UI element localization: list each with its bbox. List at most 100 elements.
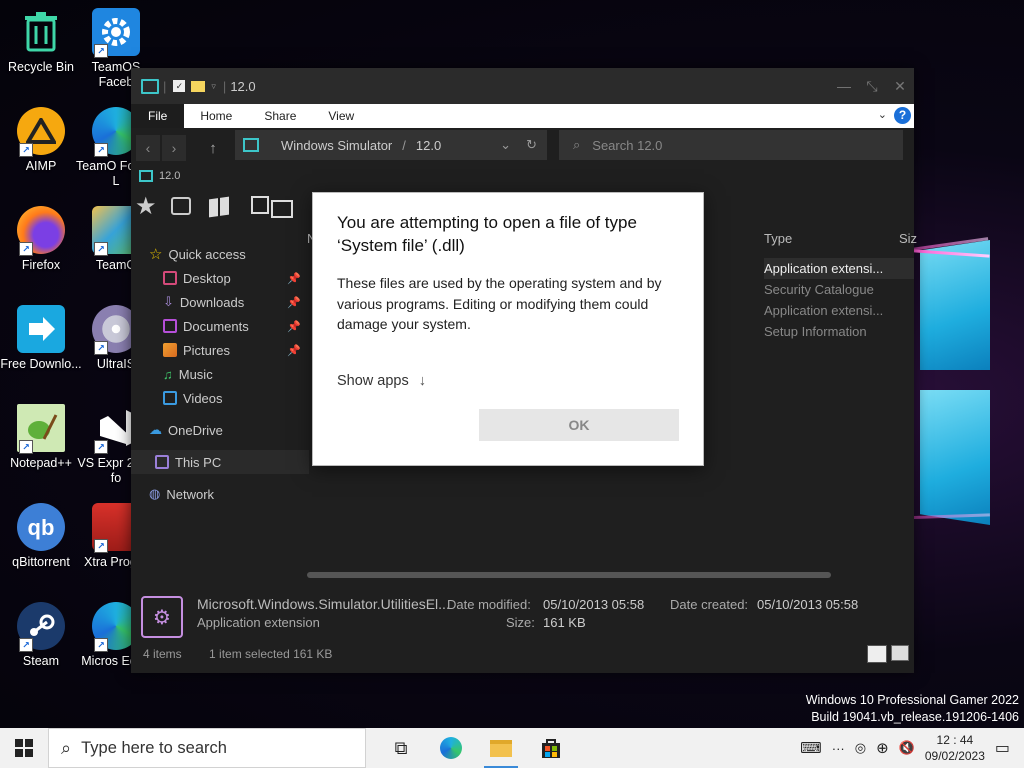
tray-overflow[interactable]: ···: [832, 741, 845, 756]
task-view-icon: ⧉: [394, 737, 408, 758]
desktop: Recycle Bin ↗ AIMP ↗ Firefox Free Downlo…: [0, 0, 1024, 728]
watermark-line: Build 19041.vb_release.191206-1406: [811, 710, 1019, 724]
column-header-type[interactable]: Type: [764, 231, 792, 246]
desktop-icon-recycle-bin[interactable]: Recycle Bin: [0, 8, 82, 75]
notification-icon[interactable]: ▭: [995, 738, 1010, 758]
document-icon: [163, 319, 177, 333]
column-header-size[interactable]: Siz: [899, 231, 917, 246]
toolbar-icons: ★: [131, 192, 311, 222]
sidebar-item-label: Quick access: [168, 246, 246, 262]
shortcut-arrow-icon: ↗: [19, 440, 33, 454]
large-icons-view-icon[interactable]: [891, 645, 909, 661]
sidebar-item-quick-access[interactable]: ☆ Quick access: [149, 242, 299, 266]
desktop-icon-label: Firefox: [21, 258, 61, 272]
sidebar-item-this-pc[interactable]: This PC: [131, 450, 309, 474]
favorite-star-icon[interactable]: ★: [135, 192, 157, 221]
breadcrumb-current[interactable]: 12.0: [416, 138, 441, 153]
up-button[interactable]: ↑: [200, 140, 226, 157]
pin-icon: 📌: [287, 272, 301, 285]
file-list-type-column: Application extensi... Security Catalogu…: [764, 258, 914, 342]
detail-size: 161 KB: [543, 615, 586, 630]
windows-flag-icon[interactable]: [209, 196, 229, 218]
search-box[interactable]: ⌕ Search 12.0: [559, 130, 903, 160]
shortcut-arrow-icon: ↗: [94, 242, 108, 256]
start-button[interactable]: [0, 728, 48, 768]
volume-muted-icon[interactable]: 🔇: [899, 740, 915, 756]
table-row[interactable]: Security Catalogue: [764, 279, 914, 300]
tab-home[interactable]: Home: [184, 104, 248, 128]
table-row[interactable]: Application extensi...: [764, 300, 914, 321]
explorer-titlebar[interactable]: | ✓ ▿ | 12.0 — ⤡ ✕: [131, 68, 914, 104]
address-dropdown-icon[interactable]: ⌄: [500, 137, 511, 153]
breadcrumb-separator: /: [402, 137, 406, 153]
qbittorrent-icon: qb: [17, 503, 65, 551]
back-button[interactable]: ‹: [136, 135, 160, 161]
sidebar-item-documents[interactable]: Documents 📌: [149, 314, 301, 338]
folder-outline-icon: [141, 78, 159, 94]
sidebar-item-downloads[interactable]: ⇩ Downloads 📌: [149, 290, 301, 314]
windows-logo-wallpaper: [900, 210, 1015, 540]
folder-tab-label: 12.0: [159, 170, 181, 182]
sidebar-item-videos[interactable]: Videos: [149, 386, 299, 410]
taskbar-search-placeholder: Type here to search: [81, 738, 227, 757]
sidebar-item-pictures[interactable]: Pictures 📌: [149, 338, 301, 362]
desktop-icon-free-download-manager[interactable]: Free Downlo...: [0, 305, 82, 372]
expand-ribbon-icon[interactable]: ⌄: [878, 108, 887, 121]
ok-button[interactable]: OK: [479, 409, 679, 441]
sidebar-item-label: OneDrive: [168, 422, 223, 438]
help-icon[interactable]: ?: [894, 107, 911, 124]
table-row[interactable]: Application extensi...: [764, 258, 914, 279]
refresh-icon[interactable]: ↻: [526, 137, 537, 153]
breadcrumb-root[interactable]: Windows Simulator: [281, 138, 392, 153]
new-folder-icon[interactable]: [191, 80, 206, 92]
desktop-icon-firefox[interactable]: ↗ Firefox: [0, 206, 82, 273]
desktop-icon-notepadpp[interactable]: ↗ Notepad++: [0, 404, 82, 471]
sidebar-item-label: Music: [178, 366, 213, 382]
task-view-button[interactable]: ⧉: [376, 728, 426, 768]
shortcut-arrow-icon: ↗: [19, 638, 33, 652]
window-cascade-icon[interactable]: [271, 200, 293, 218]
window-switch-icon[interactable]: [251, 196, 269, 214]
folder-tab[interactable]: 12.0: [139, 170, 180, 182]
sidebar-item-music[interactable]: ♫ Music: [149, 362, 299, 386]
search-placeholder: Search 12.0: [592, 137, 663, 153]
properties-icon[interactable]: ✓: [173, 80, 186, 92]
video-icon: [163, 391, 177, 405]
network-globe-icon[interactable]: ⊕: [876, 739, 889, 757]
taskbar-store[interactable]: [526, 728, 576, 768]
taskbar-edge[interactable]: [426, 728, 476, 768]
sidebar-item-label: Desktop: [183, 270, 231, 286]
address-bar[interactable]: Windows Simulator / 12.0 ⌄ ↻: [235, 130, 547, 160]
keyboard-icon[interactable]: ⌨: [800, 739, 822, 757]
detail-date-created-label: Date created:: [670, 597, 749, 612]
quick-access-dropdown-icon[interactable]: ▿: [211, 81, 216, 92]
edge-icon: [440, 737, 462, 759]
details-view-icon[interactable]: [867, 645, 887, 663]
minimize-button[interactable]: —: [830, 68, 858, 104]
steam-icon: ↗: [17, 602, 65, 652]
tab-view[interactable]: View: [312, 104, 370, 128]
maximize-button[interactable]: ⤡: [858, 68, 886, 104]
desktop-icon-qbittorrent[interactable]: qb qBittorrent: [0, 503, 82, 570]
forward-button[interactable]: ›: [162, 135, 186, 161]
meet-now-icon[interactable]: ◎: [855, 740, 866, 756]
sidebar-item-desktop[interactable]: Desktop 📌: [149, 266, 301, 290]
watermark-line: Windows 10 Professional Gamer 2022: [805, 693, 1019, 707]
sidebar-item-network[interactable]: ◍ Network: [149, 482, 299, 506]
shortcut-arrow-icon: ↗: [94, 341, 108, 355]
horizontal-scrollbar[interactable]: [307, 572, 831, 578]
taskbar-file-explorer[interactable]: [476, 728, 526, 768]
sidebar-item-onedrive[interactable]: ☁ OneDrive: [149, 418, 299, 442]
tab-share[interactable]: Share: [248, 104, 312, 128]
recent-clock-icon[interactable]: [171, 197, 191, 215]
desktop-icon-steam[interactable]: ↗ Steam: [0, 602, 82, 669]
show-apps-link[interactable]: Show apps ↓: [337, 373, 426, 389]
table-row[interactable]: Setup Information: [764, 321, 914, 342]
search-icon: ⌕: [573, 137, 581, 152]
taskbar-search-box[interactable]: ⌕ Type here to search: [48, 728, 366, 768]
close-button[interactable]: ✕: [886, 68, 914, 104]
clock[interactable]: 12 : 44 09/02/2023: [920, 732, 990, 764]
desktop-icon-aimp[interactable]: ↗ AIMP: [0, 107, 82, 174]
sidebar-item-label: Documents: [183, 318, 249, 334]
tab-file[interactable]: File: [131, 104, 185, 128]
